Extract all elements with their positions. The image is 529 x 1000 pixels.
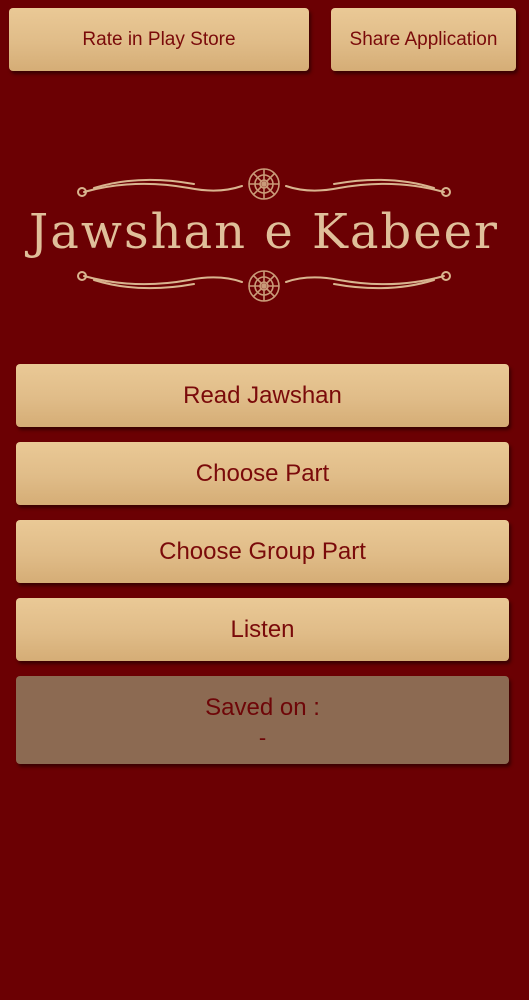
read-jawshan-button[interactable]: Read Jawshan	[16, 364, 509, 427]
choose-group-part-label: Choose Group Part	[159, 537, 366, 565]
listen-button[interactable]: Listen	[16, 598, 509, 661]
app-title: Jawshan e Kabeer	[29, 204, 499, 260]
choose-group-part-button[interactable]: Choose Group Part	[16, 520, 509, 583]
listen-label: Listen	[230, 615, 295, 643]
saved-on-value: -	[258, 725, 267, 750]
rate-in-play-store-button[interactable]: Rate in Play Store	[9, 8, 309, 71]
choose-part-label: Choose Part	[195, 459, 330, 487]
read-button-label: Read Jawshan	[183, 381, 342, 409]
share-button-label: Share Application	[349, 28, 498, 50]
choose-part-button[interactable]: Choose Part	[16, 442, 509, 505]
app-logo: Jawshan e Kabeer	[14, 160, 514, 310]
share-application-button[interactable]: Share Application	[331, 8, 516, 71]
ornament-bottom-icon	[77, 270, 451, 302]
saved-on-label: Saved on :	[205, 694, 320, 721]
main-screen: Rate in Play Store Share Application Jaw…	[0, 0, 529, 1000]
ornament-top-icon	[77, 168, 451, 200]
saved-on-panel[interactable]: Saved on : -	[16, 676, 509, 764]
rate-button-label: Rate in Play Store	[82, 28, 236, 50]
